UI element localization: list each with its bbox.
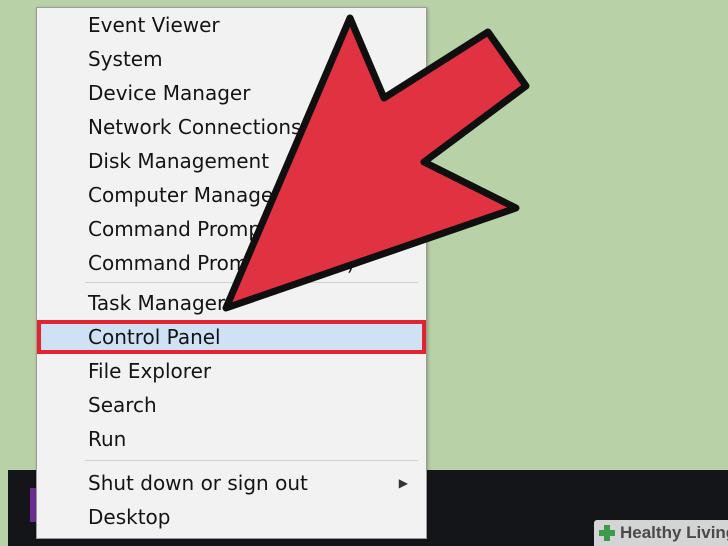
menu-separator [85, 282, 418, 283]
menu-item-task-manager[interactable]: Task Manager [37, 286, 426, 320]
watermark-text: Healthy Living [620, 523, 728, 542]
menu-item-disk-management[interactable]: Disk Management [37, 144, 426, 178]
menu-item-file-explorer[interactable]: File Explorer [37, 354, 426, 388]
menu-item-event-viewer[interactable]: Event Viewer [37, 8, 426, 42]
menu-item-search[interactable]: Search [37, 388, 426, 422]
menu-item-control-panel[interactable]: Control Panel [37, 320, 426, 354]
medical-cross-icon [599, 525, 615, 541]
menu-item-desktop[interactable]: Desktop [37, 500, 426, 534]
menu-item-shut-down-or-sign-out[interactable]: Shut down or sign out ▶ [37, 466, 426, 500]
menu-item-run[interactable]: Run [37, 422, 426, 456]
menu-item-command-prompt[interactable]: Command Prompt [37, 212, 426, 246]
menu-item-command-prompt-admin[interactable]: Command Prompt (Admin) [37, 246, 426, 280]
menu-item-device-manager[interactable]: Device Manager [37, 76, 426, 110]
menu-item-computer-management[interactable]: Computer Management [37, 178, 426, 212]
menu-separator [85, 460, 418, 461]
chevron-right-icon: ▶ [398, 476, 408, 490]
winx-context-menu: Event Viewer System Device Manager Netwo… [36, 7, 427, 539]
healthy-living-watermark: Healthy Living [594, 520, 728, 546]
menu-item-network-connections[interactable]: Network Connections [37, 110, 426, 144]
menu-item-system[interactable]: System [37, 42, 426, 76]
